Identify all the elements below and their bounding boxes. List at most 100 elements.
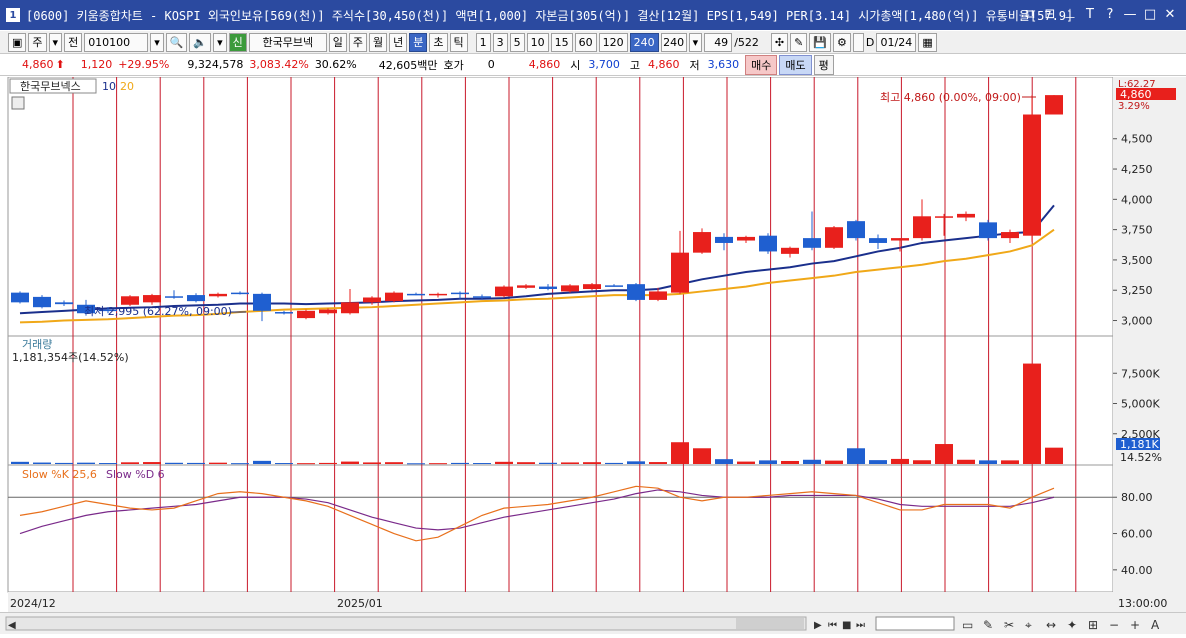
period-tab[interactable]: 분 [409,32,428,52]
period-tabs: 일주월년분초틱 [328,32,468,52]
zoom-out-icon[interactable]: − [1109,618,1119,632]
stoch-label-k: Slow %K 25,6 [22,468,97,481]
eval-button[interactable]: 평 [813,54,834,75]
link-icon[interactable]: ⊟ [1042,6,1058,22]
zoom-in-icon[interactable]: + [1130,618,1140,632]
volume-bar [1045,447,1063,464]
volume-bar [891,458,909,464]
stop-icon[interactable]: ■ [842,620,851,631]
volume-bar [231,463,249,465]
minute-tab[interactable]: 1 [475,32,491,52]
volume-bar [825,460,843,464]
minute-tab[interactable]: 5 [509,32,525,52]
change-rate: +29.95% [118,58,170,71]
candle-body [319,309,337,314]
code-dropdown-icon[interactable]: ▾ [150,32,164,52]
low-annotation: 최저 2,995 (62.27%, 09:00) [84,305,232,318]
text-size-icon[interactable]: A [1151,618,1160,632]
text-icon[interactable]: T [1082,6,1098,22]
speaker-dropdown-icon[interactable]: ▾ [213,32,227,52]
first-icon[interactable]: ⏮ [828,620,837,631]
scroll-track[interactable] [5,616,807,631]
last-icon[interactable]: ⏭ [856,620,865,631]
chart-area[interactable]: 3,000 3,250 3,500 3,750 4,000 4,250 4,500 최고 4,… [0,76,1186,612]
help-icon[interactable]: ? [1102,6,1118,22]
speaker-icon[interactable]: 🔈 [189,32,212,52]
pin-icon[interactable]: ⊥ [1062,6,1078,22]
legend-stock-name: 한국무브넥스 [20,80,81,93]
play-icon[interactable]: ▶ [814,620,822,631]
candle-body [847,221,865,239]
volume-bar [385,462,403,464]
scroll-bar[interactable]: ◀ ▶ ⏮ ■ ⏭ ▭ ✎ ✂ ⌖ ↔ ✦ ⊞ − + A [0,612,1186,634]
price-tick-label: 4,000 [1121,193,1153,206]
period-tab[interactable]: 초 [429,32,448,52]
prev-button[interactable]: 전 [64,32,83,52]
cut-icon[interactable]: ✂ [1004,618,1014,632]
volume-bar [495,461,513,464]
dropdown-icon[interactable]: ▾ [48,32,63,52]
arrows-icon[interactable]: ↔ [1046,618,1056,632]
stock-code-field[interactable] [84,32,149,52]
high-price: 4,860 [648,58,680,71]
volume-bar [561,462,579,464]
candle-body [55,302,73,305]
volume-value: 1,181,354주(14.52%) [12,351,129,364]
date-field[interactable]: 01/24 [876,32,917,52]
minute-tab[interactable]: 10 [526,32,549,52]
zoom-slider[interactable] [875,616,955,631]
settings-icon[interactable]: ⚙ [833,32,851,52]
period-tab[interactable]: 년 [389,32,408,52]
minute-tab[interactable]: 3 [492,32,508,52]
period-type-select[interactable]: 주 [28,32,47,52]
maximize-icon[interactable]: □ [1142,6,1158,22]
legend-ma20: 20 [120,80,134,93]
minimize-icon[interactable]: — [1122,6,1138,22]
x-axis-background [8,592,1113,612]
chart-svg[interactable]: 3,000 3,250 3,500 3,750 4,000 4,250 4,500 최고 4,… [0,76,1186,612]
period-tab[interactable]: 틱 [449,32,468,52]
candle-body [737,236,755,241]
box-icon[interactable]: ▭ [962,618,973,632]
grid-icon[interactable]: ⊞ [1088,618,1098,632]
window-restore-icon[interactable]: ⧉ [1022,6,1038,22]
period-tab[interactable]: 일 [328,32,347,52]
date-checkbox[interactable] [852,32,864,52]
minute-value-field[interactable]: 240 [660,32,687,52]
scroll-thumb[interactable] [736,618,804,629]
minute-tab[interactable]: 15 [550,32,573,52]
save-icon[interactable]: 💾 [809,32,832,52]
stock-code-input[interactable] [88,35,145,49]
minute-tab[interactable]: 60 [574,32,597,52]
new-badge[interactable]: 신 [228,32,247,52]
draw-icon[interactable]: ✎ [790,32,808,52]
target-icon[interactable]: ⌖ [1025,618,1032,632]
price-tag: 4,860 [1120,88,1152,101]
search-icon[interactable]: 🔍 [165,32,188,52]
high-label: 고 [629,58,640,72]
candle-body [209,293,227,297]
legend-ma10: 10 [102,80,116,93]
period-tab[interactable]: 주 [348,32,368,52]
minute-tab[interactable]: 120 [598,32,628,52]
pen-icon[interactable]: ✎ [983,618,993,632]
period-tab[interactable]: 월 [369,32,388,52]
buy-button[interactable]: 매수 [745,54,778,75]
price-tag-pct: 3.29% [1118,101,1150,112]
sell-button[interactable]: 매도 [779,54,812,75]
layout-icon[interactable]: ▣ [8,32,27,52]
time-label: 13:00:00 [1118,597,1167,610]
minute-tab[interactable]: 240 [629,32,659,52]
close-icon[interactable]: ✕ [1162,6,1178,22]
stock-name-field[interactable]: 한국무브넥 [248,32,327,52]
count-field[interactable]: 49 [704,32,733,52]
up-arrow-icon: ⬆ [55,58,65,71]
indicator-icon[interactable]: ✣ [770,32,789,52]
calendar-icon[interactable]: ▦ [918,32,937,52]
volume-bar [803,459,821,464]
scroll-left-icon[interactable]: ◀ [8,620,16,631]
trade-amount: 42,605백만 [378,58,438,72]
minute-dropdown-icon[interactable]: ▾ [688,32,703,52]
star-icon[interactable]: ✦ [1067,618,1077,632]
candle-body [363,297,381,303]
